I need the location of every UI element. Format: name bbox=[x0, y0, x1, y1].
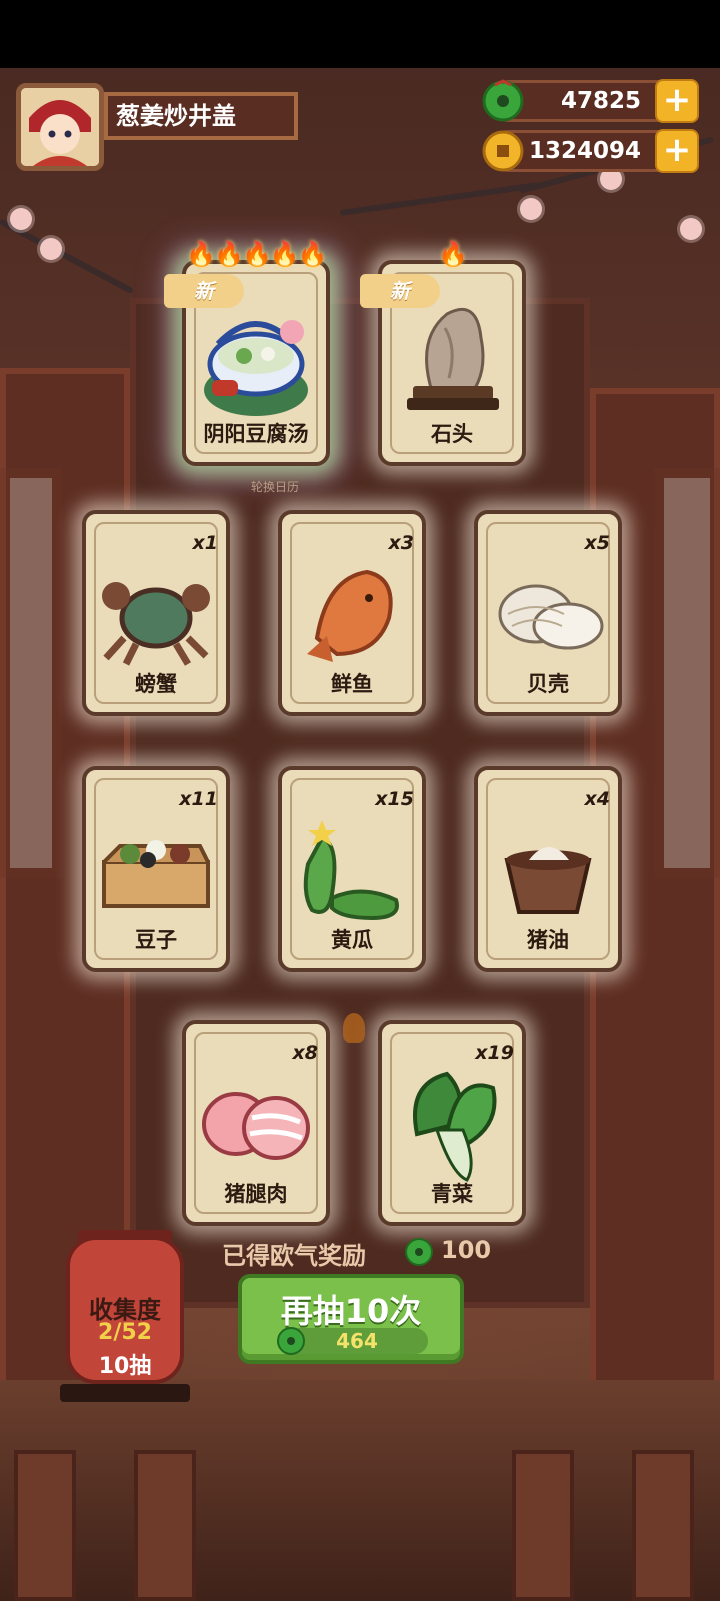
railing-post bbox=[632, 1450, 694, 1601]
jade-currency: 47825 + bbox=[482, 79, 699, 123]
gold-coin-icon bbox=[481, 129, 525, 173]
jade-coin-icon bbox=[481, 79, 525, 123]
card-name: 青菜 bbox=[431, 1182, 473, 1206]
dish-name: 葱姜炒井盖 bbox=[104, 92, 298, 140]
card-name: 猪腿肉 bbox=[224, 1182, 288, 1206]
featured-caption: 轮换日历 bbox=[250, 480, 299, 494]
left-window bbox=[0, 468, 62, 878]
avatar[interactable] bbox=[16, 83, 104, 171]
blossom bbox=[40, 238, 62, 260]
blossom bbox=[520, 198, 542, 220]
rarity-flames: 🔥🔥🔥🔥🔥 bbox=[186, 240, 327, 268]
beans-box-icon bbox=[102, 840, 210, 908]
item-quantity: x1 bbox=[192, 532, 218, 554]
featured-card-1[interactable]: 🔥 新 石头 bbox=[360, 240, 526, 466]
item-card-beans[interactable]: x11 豆子 bbox=[82, 766, 230, 972]
branch bbox=[339, 182, 539, 216]
crab-icon bbox=[102, 582, 210, 666]
railing-post bbox=[134, 1450, 196, 1601]
item-quantity: x11 bbox=[179, 788, 218, 810]
card-name: 石头 bbox=[431, 422, 473, 446]
blossom bbox=[680, 218, 702, 240]
railing-post bbox=[512, 1450, 574, 1601]
item-card-lard[interactable]: x4 猪油 bbox=[474, 766, 622, 972]
add-jade-button[interactable]: + bbox=[655, 79, 699, 123]
collection-lantern[interactable]: 收集度 2/52 10抽 bbox=[66, 1236, 184, 1384]
reward-value: 100 bbox=[441, 1236, 492, 1264]
item-card-shell[interactable]: x5 贝壳 bbox=[474, 510, 622, 716]
railing-post bbox=[14, 1450, 76, 1601]
item-card-crab[interactable]: x1 螃蟹 bbox=[82, 510, 230, 716]
jade-amount: 47825 bbox=[560, 88, 641, 114]
item-quantity: x5 bbox=[584, 532, 610, 554]
reward-label: 已得欧气奖励 bbox=[222, 1242, 366, 1270]
lard-bowl-icon bbox=[504, 847, 592, 914]
item-quantity: x4 bbox=[584, 788, 610, 810]
coin-currency: 1324094 + bbox=[482, 129, 699, 173]
card-name: 黄瓜 bbox=[331, 928, 373, 952]
tofu-soup-pot-icon bbox=[204, 320, 308, 416]
card-name: 鲜鱼 bbox=[331, 672, 373, 696]
greens-icon bbox=[413, 1071, 497, 1182]
item-card-greens[interactable]: x19 青菜 bbox=[378, 1020, 526, 1226]
draw-cost: 464 bbox=[336, 1329, 378, 1353]
stone-ornament-icon bbox=[407, 308, 499, 410]
item-quantity: x19 bbox=[475, 1042, 514, 1064]
card-name: 豆子 bbox=[135, 928, 177, 952]
add-coin-button[interactable]: + bbox=[655, 129, 699, 173]
pork-leg-icon bbox=[202, 1092, 310, 1160]
collection-progress: 2/52 bbox=[98, 1320, 152, 1345]
item-card-cucumber[interactable]: x15 黄瓜 bbox=[278, 766, 426, 972]
status-bar bbox=[0, 0, 720, 68]
floor bbox=[0, 1380, 720, 1601]
fish-icon bbox=[307, 569, 393, 662]
card-name: 螃蟹 bbox=[135, 672, 177, 696]
blossom bbox=[10, 208, 32, 230]
card-name: 猪油 bbox=[527, 928, 569, 952]
rarity-flames: 🔥 bbox=[438, 240, 468, 268]
cucumber-icon bbox=[303, 820, 399, 921]
card-name: 贝壳 bbox=[527, 672, 569, 696]
item-quantity: x15 bbox=[375, 788, 414, 810]
jade-coin-icon bbox=[404, 1237, 434, 1267]
item-card-pork-leg[interactable]: x8 猪腿肉 bbox=[182, 1020, 330, 1226]
draw-button-label: 再抽10次 bbox=[280, 1292, 422, 1330]
shell-icon bbox=[498, 584, 604, 650]
card-name: 阴阳豆腐汤 bbox=[203, 422, 309, 446]
right-window bbox=[654, 468, 720, 878]
item-quantity: x8 bbox=[292, 1042, 318, 1064]
item-card-fish[interactable]: x3 鲜鱼 bbox=[278, 510, 426, 716]
collection-draws: 10抽 bbox=[98, 1354, 152, 1379]
lantern-stand bbox=[60, 1384, 190, 1402]
draw-again-button[interactable]: 再抽10次 464 bbox=[238, 1274, 464, 1364]
item-quantity: x3 bbox=[388, 532, 414, 554]
bell-ornament-icon bbox=[343, 1013, 365, 1043]
coin-amount: 1324094 bbox=[528, 138, 641, 164]
new-badge: 新 bbox=[164, 274, 244, 308]
featured-card-0[interactable]: 🔥🔥🔥🔥🔥 新 阴阳豆腐汤 bbox=[164, 240, 330, 466]
